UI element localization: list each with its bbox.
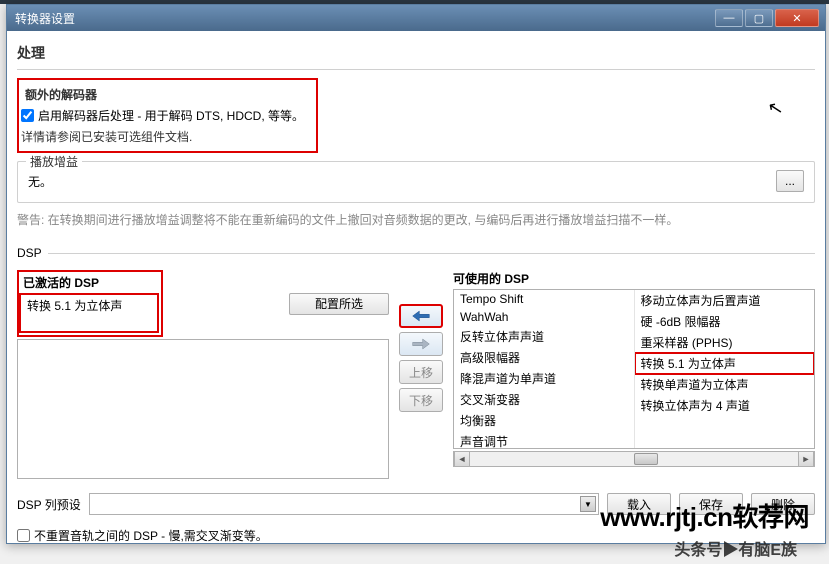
no-reset-dsp-label: 不重置音轨之间的 DSP - 慢,需交叉渐变等。 <box>34 527 268 544</box>
horizontal-scrollbar[interactable]: ◄ ► <box>453 451 815 467</box>
active-dsp-label: 已激活的 DSP <box>19 272 159 293</box>
list-item[interactable]: 转换单声道为立体声 <box>635 374 815 395</box>
list-item[interactable]: 转换 5.1 为立体声 <box>21 295 157 316</box>
move-down-button[interactable]: 下移 <box>399 388 443 412</box>
decoder-group-label: 额外的解码器 <box>21 86 304 103</box>
window-title: 转换器设置 <box>13 10 713 27</box>
dsp-label-text: DSP <box>17 246 42 260</box>
add-dsp-button[interactable] <box>399 304 443 328</box>
list-item[interactable]: 重采样器 (PPHS) <box>635 332 815 353</box>
active-dsp-column: 已激活的 DSP 转换 5.1 为立体声 配置所选 <box>17 270 389 479</box>
list-item[interactable]: 反转立体声声道 <box>454 326 634 347</box>
gain-group-label: 播放增益 <box>26 153 82 170</box>
enable-decoder-checkbox[interactable] <box>21 109 34 122</box>
active-dsp-list-full[interactable] <box>17 339 389 479</box>
scroll-left-button[interactable]: ◄ <box>454 452 470 466</box>
gain-settings-button[interactable]: ... <box>776 170 804 192</box>
warning-text: 警告: 在转换期间进行播放增益调整将不能在重新编码的文件上撤回对音频数据的更改,… <box>17 211 815 228</box>
scroll-thumb[interactable] <box>634 453 658 465</box>
arrow-left-icon <box>411 309 431 323</box>
configure-button[interactable]: 配置所选 <box>289 293 389 315</box>
available-dsp-list[interactable]: Tempo ShiftWahWah反转立体声声道高级限幅器降混声道为单声道交叉渐… <box>453 289 815 449</box>
maximize-button[interactable]: ▢ <box>745 9 773 27</box>
dsp-section-label: DSP <box>17 246 815 260</box>
load-preset-button[interactable]: 载入 <box>607 493 671 515</box>
move-up-button[interactable]: 上移 <box>399 360 443 384</box>
active-dsp-list[interactable]: 转换 5.1 为立体声 <box>19 293 159 333</box>
decoder-group-highlight: 额外的解码器 启用解码器后处理 - 用于解码 DTS, HDCD, 等等。 详情… <box>17 78 318 153</box>
dialog-window: 转换器设置 — ▢ ✕ 处理 额外的解码器 启用解码器后处理 - 用于解码 DT… <box>6 4 826 544</box>
list-item[interactable]: WahWah <box>454 308 634 326</box>
minimize-button[interactable]: — <box>715 9 743 27</box>
dsp-body: 已激活的 DSP 转换 5.1 为立体声 配置所选 <box>17 270 815 479</box>
list-item[interactable]: 转换立体声为 4 声道 <box>635 395 815 416</box>
list-item[interactable]: 均衡器 <box>454 410 634 431</box>
move-buttons-column: 上移 下移 <box>395 270 447 479</box>
divider <box>17 69 815 70</box>
enable-decoder-label: 启用解码器后处理 - 用于解码 DTS, HDCD, 等等。 <box>38 107 304 124</box>
available-dsp-column: 可使用的 DSP Tempo ShiftWahWah反转立体声声道高级限幅器降混… <box>453 270 815 479</box>
preset-dropdown[interactable]: ▼ <box>89 493 599 515</box>
scroll-right-button[interactable]: ► <box>798 452 814 466</box>
list-item[interactable]: 硬 -6dB 限幅器 <box>635 311 815 332</box>
preset-row: DSP 列预设 ▼ 载入 保存 删除 <box>17 493 815 515</box>
no-reset-dsp-checkbox[interactable] <box>17 529 30 542</box>
list-item[interactable]: 移动立体声为后置声道 <box>635 290 815 311</box>
delete-preset-button[interactable]: 删除 <box>751 493 815 515</box>
processing-header: 处理 <box>17 37 815 67</box>
gain-value: 无。 <box>28 173 52 190</box>
list-item[interactable]: 转换 5.1 为立体声 <box>635 353 815 374</box>
list-item[interactable]: 高级限幅器 <box>454 347 634 368</box>
save-preset-button[interactable]: 保存 <box>679 493 743 515</box>
list-item[interactable]: 降混声道为单声道 <box>454 368 634 389</box>
decoder-info-text: 详情请参阅已安装可选组件文档. <box>21 128 304 145</box>
chevron-down-icon: ▼ <box>580 496 596 512</box>
content-area: 处理 额外的解码器 启用解码器后处理 - 用于解码 DTS, HDCD, 等等。… <box>7 31 825 554</box>
titlebar[interactable]: 转换器设置 — ▢ ✕ <box>7 5 825 31</box>
list-item[interactable]: 交叉渐变器 <box>454 389 634 410</box>
list-item[interactable]: Tempo Shift <box>454 290 634 308</box>
arrow-right-icon <box>411 337 431 351</box>
divider <box>48 253 815 254</box>
available-dsp-label: 可使用的 DSP <box>453 270 815 289</box>
remove-dsp-button[interactable] <box>399 332 443 356</box>
list-item[interactable]: 声音调节 <box>454 431 634 448</box>
gain-group: 播放增益 无。 ... <box>17 161 815 203</box>
preset-label: DSP 列预设 <box>17 496 81 513</box>
close-button[interactable]: ✕ <box>775 9 819 27</box>
